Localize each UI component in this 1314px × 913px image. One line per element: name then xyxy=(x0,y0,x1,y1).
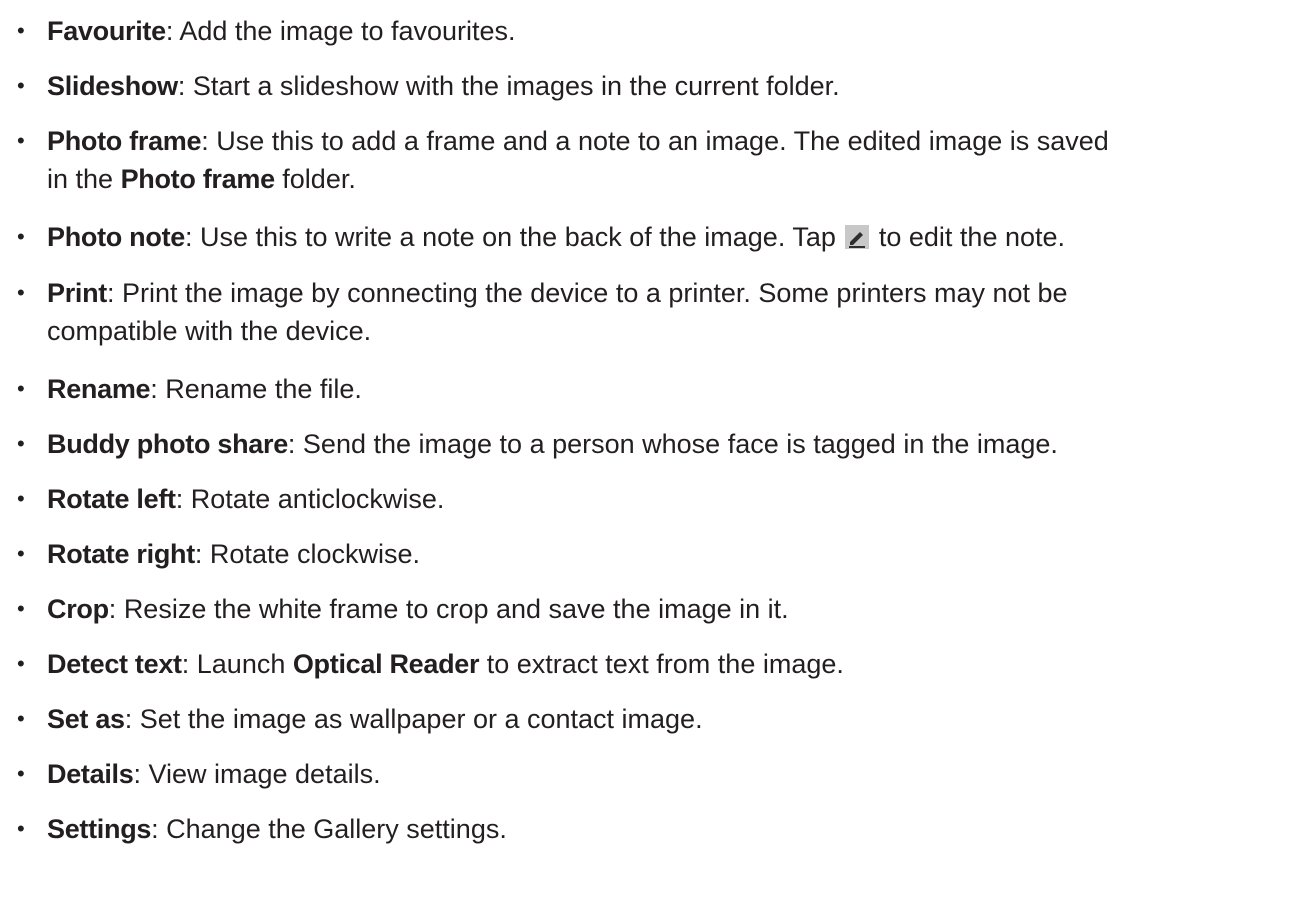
separator: : xyxy=(150,374,166,404)
item-description-bold: Optical Reader xyxy=(292,649,480,679)
bullet: • xyxy=(17,431,25,456)
separator: : xyxy=(194,539,210,569)
bullet: • xyxy=(17,18,25,43)
item-text: Crop: Resize the white frame to crop and… xyxy=(47,590,1309,628)
item-term: Settings xyxy=(47,814,152,844)
item-term: Set as xyxy=(47,704,125,734)
item-description: Start a slideshow with the images in the… xyxy=(192,71,840,101)
item-text: Buddy photo share: Send the image to a p… xyxy=(47,425,1309,463)
item-term: Rotate left xyxy=(47,484,176,514)
item-term: Detect text xyxy=(47,649,182,679)
item-description: Send the image to a person whose face is… xyxy=(302,429,1058,459)
item-description: View image details. xyxy=(148,759,381,789)
item-description: Rename the file. xyxy=(165,374,362,404)
item-text: Settings: Change the Gallery settings. xyxy=(47,810,1309,848)
bullet: • xyxy=(17,73,25,98)
separator: : xyxy=(165,16,180,46)
item-term: Buddy photo share xyxy=(47,429,288,459)
separator: : xyxy=(177,71,193,101)
item-description-after: to edit the note. xyxy=(871,222,1066,252)
item-description-text: in the xyxy=(47,164,121,194)
item-description: Resize the white frame to crop and save … xyxy=(123,594,789,624)
bullet: • xyxy=(17,816,25,841)
item-description: Set the image as wallpaper or a contact … xyxy=(139,704,703,734)
item-term: Photo note xyxy=(47,222,185,252)
item-term: Crop xyxy=(47,594,109,624)
separator: : xyxy=(151,814,167,844)
item-text: Print: Print the image by connecting the… xyxy=(47,274,1309,350)
bullet: • xyxy=(17,651,25,676)
item-description: Rotate anticlockwise. xyxy=(190,484,445,514)
item-text: Details: View image details. xyxy=(47,755,1309,793)
item-text: Rotate right: Rotate clockwise. xyxy=(47,535,1309,573)
bullet: • xyxy=(17,486,25,511)
bullet: • xyxy=(17,128,25,153)
item-description: Change the Gallery settings. xyxy=(166,814,507,844)
bullet: • xyxy=(17,280,25,305)
item-text: Set as: Set the image as wallpaper or a … xyxy=(47,700,1309,738)
item-term: Details xyxy=(47,759,134,789)
separator: : xyxy=(184,222,200,252)
item-text: Detect text: Launch Optical Reader to ex… xyxy=(47,645,1309,683)
item-text: Slideshow: Start a slideshow with the im… xyxy=(47,67,1309,105)
item-description-line2: in the Photo frame folder. xyxy=(47,160,1309,198)
separator: : xyxy=(287,429,303,459)
item-description: Launch xyxy=(196,649,293,679)
bullet: • xyxy=(17,224,25,249)
edit-icon xyxy=(845,225,870,249)
item-description: Use this to add a frame and a note to an… xyxy=(216,126,1109,156)
item-term: Rotate right xyxy=(47,539,195,569)
item-text: Rename: Rename the file. xyxy=(47,370,1309,408)
item-text: Photo frame: Use this to add a frame and… xyxy=(47,122,1309,198)
item-description-after: to extract text from the image. xyxy=(479,649,844,679)
separator: : xyxy=(201,126,217,156)
item-term: Photo frame xyxy=(47,126,202,156)
item-text: Favourite: Add the image to favourites. xyxy=(47,12,1309,50)
bullet: • xyxy=(17,376,25,401)
item-description-line2: compatible with the device. xyxy=(47,316,372,346)
item-term: Rename xyxy=(47,374,151,404)
item-text: Rotate left: Rotate anticlockwise. xyxy=(47,480,1309,518)
bullet: • xyxy=(17,541,25,566)
item-description-text: folder. xyxy=(274,164,356,194)
item-description: Rotate clockwise. xyxy=(209,539,421,569)
item-text: Photo note: Use this to write a note on … xyxy=(47,218,1309,256)
separator: : xyxy=(175,484,191,514)
item-term: Print xyxy=(47,278,108,308)
bullet: • xyxy=(17,596,25,621)
bullet: • xyxy=(17,761,25,786)
item-description: Add the image to favourites. xyxy=(179,16,516,46)
item-term: Favourite xyxy=(47,16,166,46)
item-description: Print the image by connecting the device… xyxy=(122,278,1068,308)
bullet: • xyxy=(17,706,25,731)
item-description: Use this to write a note on the back of … xyxy=(200,222,844,252)
separator: : xyxy=(107,278,123,308)
separator: : xyxy=(124,704,140,734)
item-description-bold: Photo frame xyxy=(120,164,276,194)
separator: : xyxy=(181,649,197,679)
item-term: Slideshow xyxy=(47,71,178,101)
separator: : xyxy=(133,759,149,789)
separator: : xyxy=(108,594,124,624)
